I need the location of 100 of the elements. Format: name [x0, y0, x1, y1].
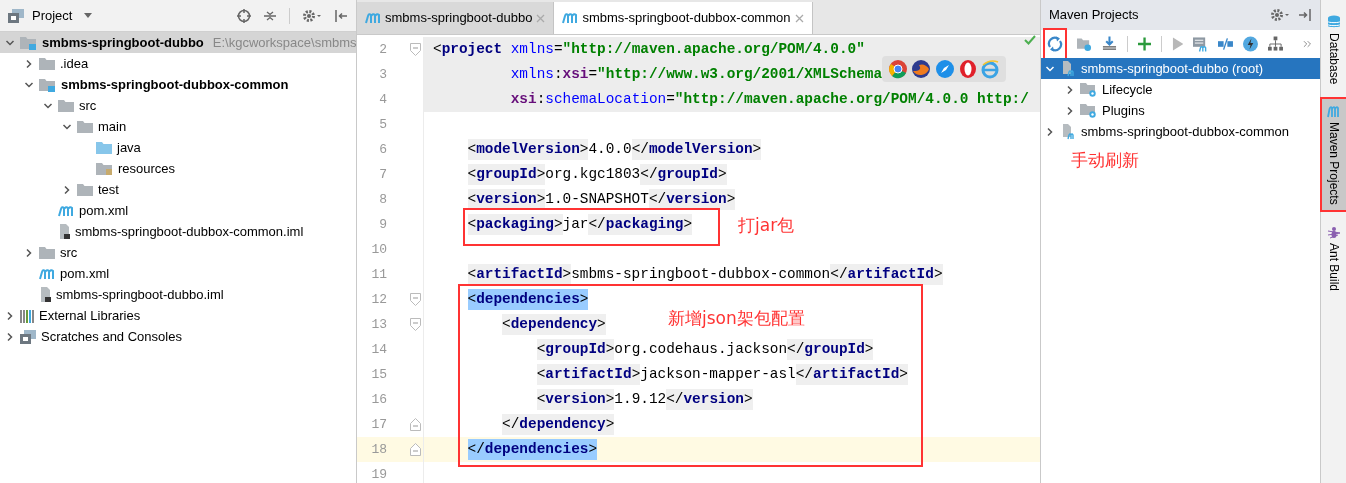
maven-file-icon [39, 267, 55, 280]
module-file-icon [39, 287, 51, 302]
close-icon[interactable] [794, 13, 804, 23]
attribute-name: xmlns [510, 64, 554, 84]
xml-tag: <groupId> [467, 163, 546, 186]
browser-icon[interactable] [958, 58, 977, 79]
xml-tag: <dependency> [502, 313, 606, 336]
element-text: org.codehaus.jackson [614, 339, 788, 359]
maven-tree-item[interactable]: Lifecycle [1041, 79, 1320, 100]
module-path: E:\kgcworkspace\smbms [212, 33, 357, 52]
tree-item[interactable]: .idea [0, 53, 356, 74]
line-number: 9 [378, 215, 387, 234]
side-tab[interactable]: Database [1321, 10, 1346, 90]
maven-project-icon [1060, 123, 1076, 140]
xml-tag: <project [433, 38, 503, 61]
project-icon [8, 8, 24, 23]
settings-folder-icon [1080, 103, 1097, 118]
line-number: 11 [370, 265, 387, 284]
line-number: 2 [378, 40, 387, 59]
tree-item-label: smbms-springboot-dubbo (root) [1081, 59, 1264, 78]
tree-item[interactable]: smbms-springboot-dubbox-common [0, 74, 356, 95]
toggle-offline-icon[interactable] [1217, 36, 1233, 52]
fold-marker-icon[interactable] [410, 443, 421, 456]
attribute-name: xsi [510, 89, 537, 109]
tree-item-label: src [60, 243, 78, 262]
fold-marker-icon[interactable] [410, 318, 421, 331]
tree-item[interactable]: test [0, 179, 356, 200]
tree-item[interactable]: smbms-springboot-dubbox-common.iml [0, 221, 356, 242]
tree-item-label: smbms-springboot-dubbox-common [1081, 122, 1290, 141]
line-number: 4 [378, 90, 387, 109]
locate-icon[interactable] [237, 8, 251, 23]
tree-item[interactable]: src [0, 95, 356, 116]
editor-tab[interactable]: smbms-springboot-dubbo [357, 2, 555, 34]
xml-tag: <packaging> [467, 213, 563, 236]
tree-item-label: resources [118, 159, 176, 178]
annotation-text: 打jar包 [738, 214, 795, 237]
editor-tab[interactable]: smbms-springboot-dubbox-common [554, 2, 813, 34]
tree-item[interactable]: smbms-springboot-dubbo.iml [0, 284, 356, 305]
maven-file-icon [365, 12, 381, 24]
tree-item[interactable]: pom.xml [0, 263, 356, 284]
tree-item[interactable]: java [0, 137, 356, 158]
line-number: 8 [378, 190, 387, 209]
code-punctuation: : [536, 89, 546, 109]
fold-marker-icon[interactable] [410, 43, 421, 56]
annotation-text: 新增json架包配置 [668, 307, 805, 330]
tree-item-label: Scratches and Consoles [41, 327, 182, 346]
line-number: 12 [370, 290, 387, 309]
element-text: jar [562, 214, 589, 234]
code-punctuation: = [666, 89, 675, 109]
settings-folder-icon [1080, 82, 1097, 97]
tree-item-label: smbms-springboot-dubbo.iml [56, 285, 224, 304]
tree-item[interactable]: resources [0, 158, 356, 179]
tree-item[interactable]: Scratches and Consoles [0, 326, 356, 347]
folder-sync-icon[interactable] [1076, 36, 1092, 52]
maven-tree-item[interactable]: Plugins [1041, 100, 1320, 121]
lightning-icon[interactable] [1242, 36, 1258, 52]
tree-item[interactable]: pom.xml [0, 200, 356, 221]
more-icon[interactable] [1302, 40, 1312, 48]
xml-tag: </dependencies> [467, 438, 598, 461]
hide-panel-icon[interactable] [334, 8, 348, 23]
maven-tree-item[interactable]: smbms-springboot-dubbox-common [1041, 121, 1320, 142]
xml-tag: <artifactId> [536, 363, 641, 386]
hierarchy-icon[interactable] [1267, 36, 1283, 52]
hide-panel-icon[interactable] [1298, 8, 1312, 22]
panel-title[interactable]: Project [32, 5, 73, 26]
settings-icon[interactable] [302, 8, 322, 23]
tree-item[interactable]: External Libraries [0, 305, 356, 326]
tree-item-label: pom.xml [60, 264, 110, 283]
folder-icon [58, 99, 74, 112]
browser-icon[interactable] [887, 58, 908, 79]
download-icon[interactable] [1101, 36, 1117, 52]
dropdown-caret-icon[interactable] [84, 13, 93, 18]
tree-item[interactable]: src [0, 242, 356, 263]
add-icon[interactable] [1137, 37, 1151, 51]
attribute-value: "http://maven.apache.org/POM/4.0.0 http:/ [674, 89, 1029, 109]
side-tab[interactable]: Maven Projects [1321, 99, 1346, 211]
maven-goal-icon[interactable] [1192, 36, 1208, 52]
element-text: 1.0-SNAPSHOT [545, 189, 649, 209]
attribute-name: schemaLocation [545, 89, 667, 109]
xml-tag: </artifactId> [795, 363, 908, 386]
refresh-icon[interactable] [1046, 36, 1063, 52]
tree-item[interactable]: main [0, 116, 356, 137]
settings-icon[interactable] [1270, 8, 1290, 22]
tree-item[interactable]: smbms-springboot-dubbo E:\kgcworkspace\smbms [0, 32, 356, 53]
line-number: 14 [370, 340, 387, 359]
fold-marker-icon[interactable] [410, 293, 421, 306]
fold-marker-icon[interactable] [410, 418, 421, 431]
attribute-value: "http://maven.apache.org/POM/4.0.0" [562, 39, 865, 59]
side-tab[interactable]: Ant Build [1321, 220, 1346, 297]
code-punctuation: : [553, 64, 563, 84]
line-number: 15 [370, 365, 387, 384]
browser-icon[interactable] [911, 58, 932, 79]
line-number: 3 [378, 65, 387, 84]
tree-item-label: .idea [60, 54, 89, 73]
tree-item-label: Lifecycle [1102, 80, 1153, 99]
maven-project-icon [1060, 60, 1076, 77]
maven-tree-item[interactable]: smbms-springboot-dubbo (root) [1041, 58, 1320, 79]
libraries-icon [20, 308, 34, 323]
xml-tag: </dependency> [502, 413, 615, 436]
scratches-icon [20, 329, 36, 344]
